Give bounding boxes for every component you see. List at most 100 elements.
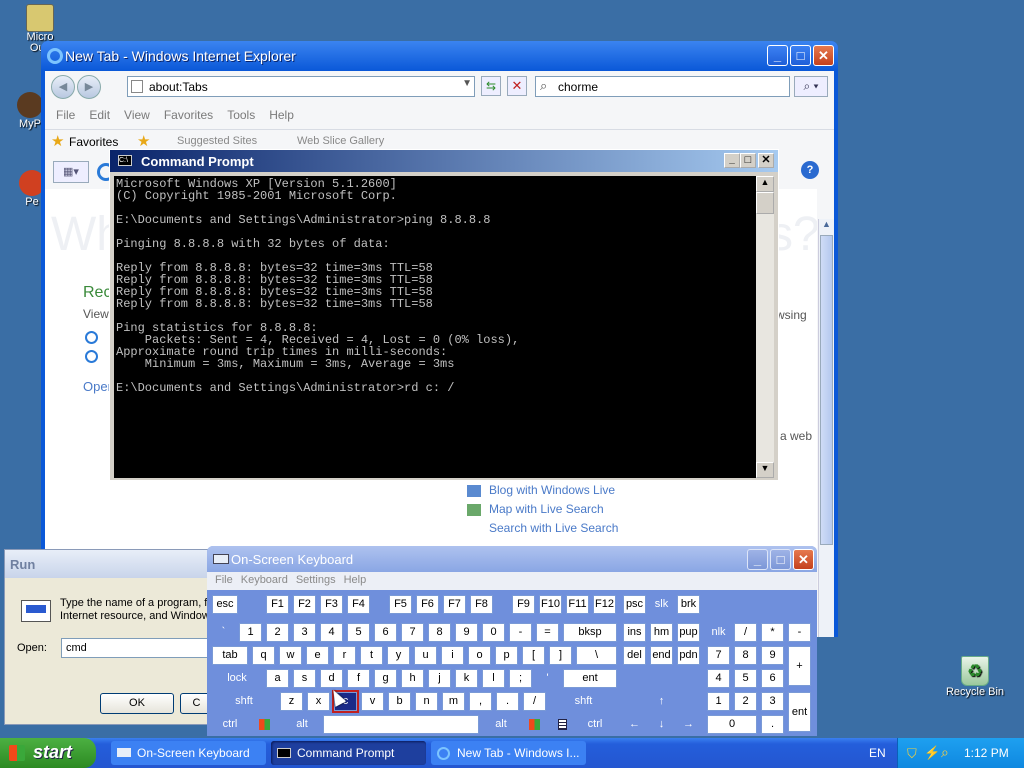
- key-n3[interactable]: 3: [293, 623, 316, 642]
- cmd-scrollbar[interactable]: ▲ ▼: [756, 176, 774, 478]
- key-y[interactable]: y: [387, 646, 410, 665]
- run-ok-button[interactable]: OK: [100, 693, 174, 714]
- key-f1[interactable]: F1: [266, 595, 289, 614]
- key-f12[interactable]: F12: [593, 595, 616, 614]
- scroll-thumb[interactable]: [756, 192, 774, 214]
- key-s[interactable]: s: [293, 669, 316, 688]
- key-n1[interactable]: 1: [239, 623, 262, 642]
- windows-key-icon[interactable]: [521, 715, 547, 734]
- menu-key-icon[interactable]: [551, 715, 573, 734]
- run-open-field[interactable]: cmd: [61, 638, 213, 658]
- key-tab[interactable]: tab: [212, 646, 248, 665]
- run-titlebar[interactable]: Run: [5, 550, 213, 578]
- cmd-close-button[interactable]: ✕: [758, 153, 774, 168]
- favorites-button[interactable]: Favorites: [69, 135, 118, 149]
- key-lock[interactable]: lock: [212, 669, 262, 688]
- search-go-button[interactable]: ⌕ ▾: [794, 76, 828, 97]
- view-link[interactable]: View: [83, 307, 109, 321]
- menu-help[interactable]: Help: [269, 108, 294, 122]
- refresh-button[interactable]: ⇆: [481, 76, 501, 96]
- key-pup[interactable]: pup: [677, 623, 700, 642]
- key-m[interactable]: m: [442, 692, 465, 711]
- windows-key-icon[interactable]: [248, 715, 280, 734]
- key-pdot[interactable]: .: [761, 715, 784, 734]
- cmd-titlebar[interactable]: C:\ Command Prompt _ □ ✕: [110, 150, 778, 172]
- key-p1[interactable]: 1: [707, 692, 730, 711]
- key-grave[interactable]: `: [212, 623, 235, 642]
- key-j[interactable]: j: [428, 669, 451, 688]
- key-pminus[interactable]: -: [788, 623, 811, 642]
- key-p[interactable]: p: [495, 646, 518, 665]
- key-ins[interactable]: ins: [623, 623, 646, 642]
- search-icon[interactable]: ⌕: [941, 744, 949, 761]
- stop-button[interactable]: ✕: [507, 76, 527, 96]
- key-alt2[interactable]: alt: [483, 715, 519, 734]
- start-button[interactable]: start: [0, 738, 96, 768]
- key-pdn[interactable]: pdn: [677, 646, 700, 665]
- arrow-down-key[interactable]: ↓: [650, 715, 673, 734]
- key-n5[interactable]: 5: [347, 623, 370, 642]
- key-n9[interactable]: 9: [455, 623, 478, 642]
- key-comma[interactable]: ,: [469, 692, 492, 711]
- key-r[interactable]: r: [333, 646, 356, 665]
- key-b[interactable]: b: [388, 692, 411, 711]
- language-indicator[interactable]: EN: [869, 746, 886, 760]
- web-slice-link[interactable]: Web Slice Gallery: [297, 135, 384, 147]
- key-f2[interactable]: F2: [293, 595, 316, 614]
- key-p8[interactable]: 8: [734, 646, 757, 665]
- key-f9[interactable]: F9: [512, 595, 535, 614]
- key-q[interactable]: q: [252, 646, 275, 665]
- key-p3[interactable]: 3: [761, 692, 784, 711]
- key-psc[interactable]: psc: [623, 595, 646, 614]
- key-ctrl2[interactable]: ctrl: [577, 715, 613, 734]
- osk-titlebar[interactable]: On-Screen Keyboard _ □ ✕: [207, 546, 817, 572]
- key-f5[interactable]: F5: [389, 595, 412, 614]
- arrow-right-key[interactable]: →: [677, 715, 700, 734]
- key-bksp[interactable]: bksp: [563, 623, 617, 642]
- key-ctrl[interactable]: ctrl: [212, 715, 248, 734]
- key-p5[interactable]: 5: [734, 669, 757, 688]
- key-n4[interactable]: 4: [320, 623, 343, 642]
- key-del[interactable]: del: [623, 646, 646, 665]
- key-l[interactable]: l: [482, 669, 505, 688]
- key-hm[interactable]: hm: [650, 623, 673, 642]
- cmd-console[interactable]: Microsoft Windows XP [Version 5.1.2600](…: [114, 176, 756, 478]
- key-p0[interactable]: 0: [707, 715, 757, 734]
- key-ent[interactable]: ent: [563, 669, 617, 688]
- ie-minimize-button[interactable]: _: [767, 45, 788, 66]
- key-period[interactable]: .: [496, 692, 519, 711]
- help-icon[interactable]: ?: [801, 161, 819, 179]
- ie-scrollbar[interactable]: ▲: [818, 219, 834, 637]
- suggested-sites-link[interactable]: Suggested Sites: [177, 135, 257, 147]
- menu-file[interactable]: File: [56, 108, 75, 122]
- key-n2[interactable]: 2: [266, 623, 289, 642]
- osk-menu-help[interactable]: Help: [344, 574, 367, 586]
- osk-close-button[interactable]: ✕: [793, 549, 814, 570]
- key-shft[interactable]: shft: [212, 692, 276, 711]
- key-pent[interactable]: ent: [788, 692, 811, 732]
- menu-tools[interactable]: Tools: [227, 108, 255, 122]
- osk-menu-keyboard[interactable]: Keyboard: [241, 574, 288, 586]
- accelerator-map[interactable]: Map with Live Search: [467, 502, 604, 517]
- key-v[interactable]: v: [361, 692, 384, 711]
- space-bar[interactable]: [323, 715, 479, 734]
- key-end[interactable]: end: [650, 646, 673, 665]
- key-minus[interactable]: -: [509, 623, 532, 642]
- key-bslash[interactable]: \: [576, 646, 617, 665]
- key-semi[interactable]: ;: [509, 669, 532, 688]
- arrow-up-key[interactable]: ↑: [650, 692, 673, 711]
- accelerator-search[interactable]: Search with Live Search: [467, 521, 618, 535]
- key-z[interactable]: z: [280, 692, 303, 711]
- key-n8[interactable]: 8: [428, 623, 451, 642]
- key-p7[interactable]: 7: [707, 646, 730, 665]
- accelerator-blog[interactable]: Blog with Windows Live: [467, 483, 615, 498]
- key-w[interactable]: w: [279, 646, 302, 665]
- osk-minimize-button[interactable]: _: [747, 549, 768, 570]
- address-bar[interactable]: about:Tabs ▼: [127, 76, 475, 97]
- key-n7[interactable]: 7: [401, 623, 424, 642]
- key-h[interactable]: h: [401, 669, 424, 688]
- key-nlk[interactable]: nlk: [707, 623, 730, 642]
- back-button[interactable]: ◀: [51, 75, 75, 99]
- network-icon[interactable]: ⚡: [924, 745, 940, 761]
- key-u[interactable]: u: [414, 646, 437, 665]
